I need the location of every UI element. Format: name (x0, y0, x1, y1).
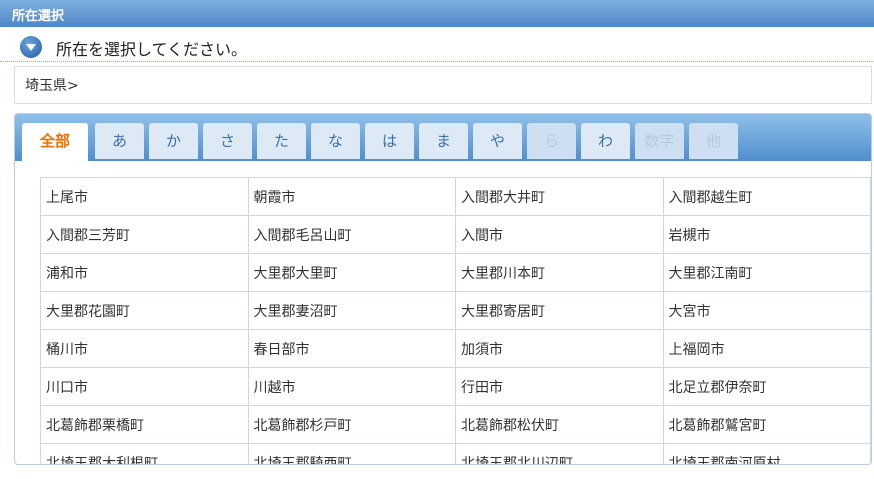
place-cell[interactable]: 入間郡大井町 (455, 177, 664, 216)
table-row: 北埼玉郡大利根町 北埼玉郡騎西町 北埼玉郡北川辺町 北埼玉郡南河原村 (40, 443, 871, 464)
place-cell[interactable]: 加須市 (455, 329, 664, 368)
tab-1[interactable]: あ (95, 123, 144, 159)
place-cell[interactable]: 北埼玉郡大利根町 (40, 443, 249, 464)
tab-12: 他 (689, 123, 738, 159)
place-grid: 上尾市 朝霞市 入間郡大井町 入間郡越生町 入間郡三芳町 入間郡毛呂山町 入間市 岩槻市 浦和市… (40, 177, 871, 464)
place-cell[interactable]: 北埼玉郡北川辺町 (455, 443, 664, 464)
place-panel: 全部あかさたなはまやらわ数字他 上尾市 朝霞市 入間郡大井町 入間郡越生町 入間郡三芳町… (14, 113, 872, 465)
place-cell[interactable]: 浦和市 (40, 253, 249, 292)
place-cell[interactable]: 北葛飾郡鷲宮町 (662, 405, 871, 444)
table-row: 上尾市 朝霞市 入間郡大井町 入間郡越生町 (40, 177, 871, 216)
chevron-down-icon[interactable] (20, 36, 42, 58)
instruction-header: 所在を選択してください。 (0, 27, 874, 62)
place-cell[interactable]: 北埼玉郡南河原村 (662, 443, 871, 464)
table-row: 川口市 川越市 行田市 北足立郡伊奈町 (40, 367, 871, 406)
place-cell[interactable]: 上福岡市 (662, 329, 871, 368)
tab-3[interactable]: さ (203, 123, 252, 159)
place-cell[interactable]: 大宮市 (662, 291, 871, 330)
place-cell[interactable]: 北葛飾郡杉戸町 (247, 405, 456, 444)
tab-6[interactable]: は (365, 123, 414, 159)
place-cell[interactable]: 北葛飾郡栗橋町 (40, 405, 249, 444)
place-cell[interactable]: 大里郡大里町 (247, 253, 456, 292)
place-cell[interactable]: 岩槻市 (662, 215, 871, 254)
tab-7[interactable]: ま (419, 123, 468, 159)
place-cell[interactable]: 川越市 (247, 367, 456, 406)
table-row: 北葛飾郡栗橋町 北葛飾郡杉戸町 北葛飾郡松伏町 北葛飾郡鷲宮町 (40, 405, 871, 444)
place-cell[interactable]: 北埼玉郡騎西町 (247, 443, 456, 464)
place-cell[interactable]: 北葛飾郡松伏町 (455, 405, 664, 444)
tab-9: ら (527, 123, 576, 159)
table-row: 入間郡三芳町 入間郡毛呂山町 入間市 岩槻市 (40, 215, 871, 254)
place-cell[interactable]: 入間郡三芳町 (40, 215, 249, 254)
place-cell[interactable]: 大里郡江南町 (662, 253, 871, 292)
place-cell[interactable]: 大里郡花園町 (40, 291, 249, 330)
tab-0[interactable]: 全部 (22, 123, 88, 161)
tab-10[interactable]: わ (581, 123, 630, 159)
table-row: 浦和市 大里郡大里町 大里郡川本町 大里郡江南町 (40, 253, 871, 292)
instruction-text: 所在を選択してください。 (56, 40, 248, 59)
place-cell[interactable]: 朝霞市 (247, 177, 456, 216)
place-cell[interactable]: 上尾市 (40, 177, 249, 216)
tab-5[interactable]: な (311, 123, 360, 159)
window-title: 所在選択 (12, 9, 65, 24)
place-cell[interactable]: 大里郡川本町 (455, 253, 664, 292)
breadcrumb-text[interactable]: 埼玉県> (25, 75, 79, 95)
table-row: 桶川市 春日部市 加須市 上福岡市 (40, 329, 871, 368)
kana-tab-bar: 全部あかさたなはまやらわ数字他 (15, 114, 871, 161)
place-cell[interactable]: 大里郡寄居町 (455, 291, 664, 330)
place-cell[interactable]: 行田市 (455, 367, 664, 406)
tab-4[interactable]: た (257, 123, 306, 159)
table-row: 大里郡花園町 大里郡妻沼町 大里郡寄居町 大宮市 (40, 291, 871, 330)
place-cell[interactable]: 桶川市 (40, 329, 249, 368)
place-cell[interactable]: 入間郡毛呂山町 (247, 215, 456, 254)
scrollbar[interactable] (856, 27, 874, 479)
place-cell[interactable]: 入間郡越生町 (662, 177, 871, 216)
tab-8[interactable]: や (473, 123, 522, 159)
tab-2[interactable]: か (149, 123, 198, 159)
place-cell[interactable]: 川口市 (40, 367, 249, 406)
breadcrumb: 埼玉県> (14, 66, 872, 104)
place-cell[interactable]: 大里郡妻沼町 (247, 291, 456, 330)
place-cell[interactable]: 北足立郡伊奈町 (662, 367, 871, 406)
title-bar: 所在選択 (0, 0, 874, 27)
tab-11: 数字 (635, 123, 684, 159)
place-cell[interactable]: 入間市 (455, 215, 664, 254)
place-cell[interactable]: 春日部市 (247, 329, 456, 368)
